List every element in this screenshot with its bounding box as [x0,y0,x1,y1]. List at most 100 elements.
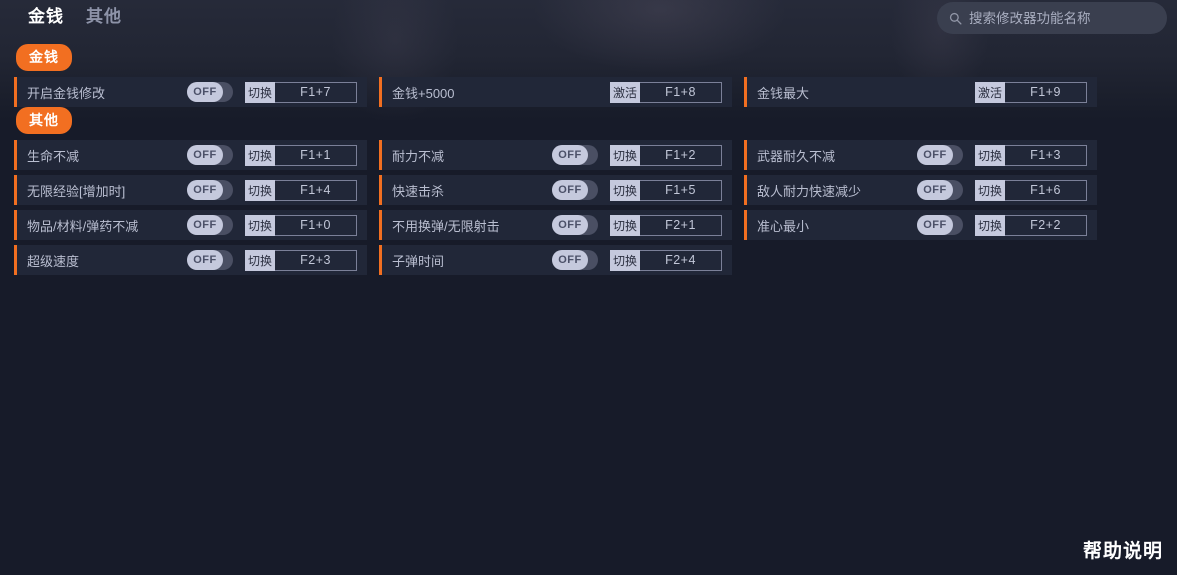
hotkey-action-label[interactable]: 切换 [244,214,275,236]
cheat-toggle[interactable]: OFF [916,180,963,200]
toggle-knob: OFF [916,215,953,235]
search-icon [949,12,962,25]
cheat-row: 子弹时间 OFF 切换 F2+4 [379,245,732,275]
hotkey-key-field[interactable]: F2+2 [1005,214,1087,236]
hotkey-action-label[interactable]: 切换 [974,179,1005,201]
hotkey-action-label[interactable]: 切换 [609,214,640,236]
search-input[interactable] [969,10,1155,26]
hotkey-control: 切换 F2+1 [609,214,722,236]
cheat-label: 准心最小 [757,218,810,234]
group-other: 其他 生命不减 OFF 切换 F1+1 耐力不减 OFF 切换 F1+2 武器耐久不减 OFF 切换 F… [0,107,1177,275]
hotkey-control: 激活 F1+8 [609,81,722,103]
cheat-toggle[interactable]: OFF [186,82,233,102]
cheat-row: 超级速度 OFF 切换 F2+3 [14,245,367,275]
cheat-row: 不用换弹/无限射击 OFF 切换 F2+1 [379,210,732,240]
toggle-state-label: OFF [193,184,217,196]
hotkey-control: 切换 F2+2 [974,214,1087,236]
cheat-label: 不用换弹/无限射击 [392,218,500,234]
cheat-label: 金钱+5000 [392,85,455,101]
toggle-state-label: OFF [558,219,582,231]
hotkey-key-field[interactable]: F1+4 [275,179,357,201]
toggle-state-label: OFF [193,86,217,98]
toggle-state-label: OFF [558,254,582,266]
hotkey-key-field[interactable]: F1+6 [1005,179,1087,201]
cheat-row: 开启金钱修改 OFF 切换 F1+7 [14,77,367,107]
hotkey-control: 激活 F1+9 [974,81,1087,103]
cheat-label: 快速击杀 [392,183,445,199]
hotkey-key-field[interactable]: F1+3 [1005,144,1087,166]
cheat-row: 物品/材料/弹药不减 OFF 切换 F1+0 [14,210,367,240]
hotkey-action-label[interactable]: 切换 [244,249,275,271]
cheat-label: 生命不减 [27,148,80,164]
toggle-knob: OFF [551,215,588,235]
toggle-knob: OFF [551,145,588,165]
hotkey-key-field[interactable]: F2+3 [275,249,357,271]
cheat-row: 金钱最大 激活 F1+9 [744,77,1097,107]
hotkey-control: 切换 F2+3 [244,249,357,271]
hotkey-control: 切换 F1+4 [244,179,357,201]
toggle-state-label: OFF [923,149,947,161]
tab-other[interactable]: 其他 [86,3,122,31]
hotkey-key-field[interactable]: F1+8 [640,81,722,103]
cheat-label: 子弹时间 [392,253,445,269]
hotkey-control: 切换 F1+6 [974,179,1087,201]
cheat-toggle[interactable]: OFF [916,215,963,235]
help-link[interactable]: 帮助说明 [1083,536,1163,563]
cheat-label: 物品/材料/弹药不减 [27,218,139,234]
toggle-state-label: OFF [558,149,582,161]
cheat-label: 金钱最大 [757,85,810,101]
cheat-label: 敌人耐力快速减少 [757,183,862,199]
tab-money[interactable]: 金钱 [28,3,64,31]
hotkey-key-field[interactable]: F2+1 [640,214,722,236]
hotkey-action-label[interactable]: 激活 [609,81,640,103]
cheat-toggle[interactable]: OFF [551,250,598,270]
hotkey-key-field[interactable]: F1+5 [640,179,722,201]
hotkey-key-field[interactable]: F1+0 [275,214,357,236]
hotkey-key-field[interactable]: F2+4 [640,249,722,271]
toggle-state-label: OFF [923,219,947,231]
cheat-toggle[interactable]: OFF [551,215,598,235]
hotkey-action-label[interactable]: 切换 [609,144,640,166]
hotkey-key-field[interactable]: F1+9 [1005,81,1087,103]
cheat-row-grid: 生命不减 OFF 切换 F1+1 耐力不减 OFF 切换 F1+2 武器耐久不减 OFF 切换 F1+… [0,140,1177,275]
hotkey-control: 切换 F1+2 [609,144,722,166]
toggle-knob: OFF [551,180,588,200]
toggle-knob: OFF [186,82,223,102]
hotkey-action-label[interactable]: 切换 [244,144,275,166]
hotkey-control: 切换 F2+4 [609,249,722,271]
search-box[interactable] [937,2,1167,34]
tab-bar: 金钱 其他 [28,3,122,31]
cheat-row: 武器耐久不减 OFF 切换 F1+3 [744,140,1097,170]
hotkey-key-field[interactable]: F1+1 [275,144,357,166]
hotkey-action-label[interactable]: 切换 [244,179,275,201]
group-title-badge: 其他 [16,107,72,134]
hotkey-action-label[interactable]: 激活 [974,81,1005,103]
toggle-state-label: OFF [923,184,947,196]
hotkey-action-label[interactable]: 切换 [974,144,1005,166]
cheat-toggle[interactable]: OFF [551,145,598,165]
hotkey-action-label[interactable]: 切换 [244,81,275,103]
cheat-toggle[interactable]: OFF [186,145,233,165]
cheat-toggle[interactable]: OFF [186,250,233,270]
cheat-label: 超级速度 [27,253,80,269]
hotkey-control: 切换 F1+5 [609,179,722,201]
hotkey-action-label[interactable]: 切换 [609,179,640,201]
cheat-toggle[interactable]: OFF [186,215,233,235]
cheat-toggle[interactable]: OFF [916,145,963,165]
cheat-toggle[interactable]: OFF [186,180,233,200]
cheat-row: 金钱+5000 激活 F1+8 [379,77,732,107]
hotkey-action-label[interactable]: 切换 [974,214,1005,236]
toggle-state-label: OFF [193,219,217,231]
toggle-state-label: OFF [193,149,217,161]
cheat-label: 无限经验[增加时] [27,183,126,199]
cheat-row-grid: 开启金钱修改 OFF 切换 F1+7 金钱+5000 激活 F1+8 金钱最大 激活 F1+9 [0,77,1177,107]
cheat-label: 武器耐久不减 [757,148,836,164]
toggle-knob: OFF [186,250,223,270]
hotkey-key-field[interactable]: F1+2 [640,144,722,166]
toggle-knob: OFF [186,215,223,235]
hotkey-action-label[interactable]: 切换 [609,249,640,271]
cheat-label: 开启金钱修改 [27,85,106,101]
hotkey-key-field[interactable]: F1+7 [275,81,357,103]
cheat-toggle[interactable]: OFF [551,180,598,200]
toggle-knob: OFF [186,180,223,200]
